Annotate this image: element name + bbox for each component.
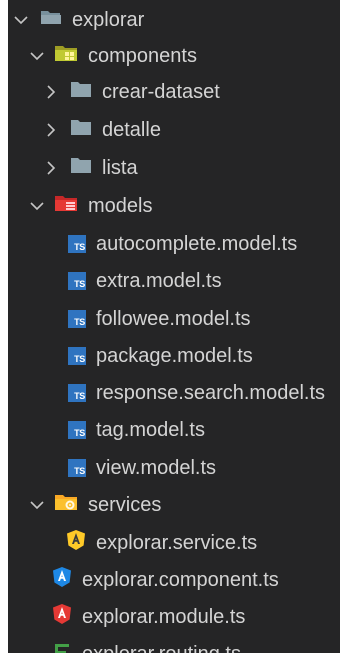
tree-file[interactable]: explorar.component.ts — [8, 562, 340, 598]
angular-routing-icon — [52, 641, 72, 653]
tree-label: services — [88, 494, 162, 516]
tree-label: followee.model.ts — [96, 308, 251, 330]
angular-module-icon — [52, 603, 72, 631]
tree-folder-detalle[interactable]: detalle — [8, 112, 340, 148]
tree-file[interactable]: TS view.model.ts — [8, 450, 340, 486]
typescript-file-icon: TS — [68, 235, 86, 253]
chevron-right-icon[interactable] — [42, 83, 60, 101]
tree-label: tag.model.ts — [96, 419, 205, 441]
folder-icon — [70, 156, 92, 180]
typescript-file-icon: TS — [68, 384, 86, 402]
folder-icon — [70, 118, 92, 142]
tree-file[interactable]: explorar.service.ts — [8, 525, 340, 561]
chevron-down-icon[interactable] — [28, 47, 46, 65]
typescript-file-icon: TS — [68, 310, 86, 328]
chevron-right-icon[interactable] — [42, 159, 60, 177]
tree-file[interactable]: TS package.model.ts — [8, 338, 340, 374]
tree-folder-services[interactable]: services — [8, 487, 340, 523]
tree-file[interactable]: explorar.module.ts — [8, 599, 340, 635]
tree-label: response.search.model.ts — [96, 382, 326, 404]
folder-open-icon — [40, 8, 62, 32]
angular-component-icon — [52, 566, 72, 594]
tree-file[interactable]: TS tag.model.ts — [8, 412, 340, 448]
tree-folder-explorar[interactable]: explorar — [8, 2, 340, 38]
tree-folder-crear-dataset[interactable]: crear-dataset — [8, 74, 340, 110]
tree-label: crear-dataset — [102, 81, 220, 103]
chevron-down-icon[interactable] — [28, 496, 46, 514]
tree-file[interactable]: TS response.search.model.ts — [8, 375, 340, 411]
tree-label: explorar.routing.ts — [82, 644, 241, 653]
tree-label: models — [88, 195, 153, 217]
tree-folder-models[interactable]: models — [8, 188, 340, 224]
tree-label: components — [88, 45, 197, 67]
file-explorer-panel: explorar components crear-dataset detall… — [8, 0, 340, 653]
tree-label: autocomplete.model.ts — [96, 233, 298, 255]
folder-components-icon — [54, 43, 78, 69]
folder-models-icon — [54, 193, 78, 219]
tree-label: explorar.service.ts — [96, 532, 258, 554]
tree-folder-lista[interactable]: lista — [8, 150, 340, 186]
tree-label: lista — [102, 157, 138, 179]
chevron-down-icon[interactable] — [12, 11, 30, 29]
tree-label: view.model.ts — [96, 457, 217, 479]
screenshot-frame: explorar components crear-dataset detall… — [0, 0, 348, 657]
chevron-right-icon[interactable] — [42, 121, 60, 139]
tree-label: explorar.module.ts — [82, 606, 246, 628]
angular-service-icon — [66, 529, 86, 557]
typescript-file-icon: TS — [68, 272, 86, 290]
tree-file[interactable]: explorar.routing.ts — [8, 636, 340, 653]
tree-label: explorar.component.ts — [82, 569, 279, 591]
tree-label: detalle — [102, 119, 161, 141]
typescript-file-icon: TS — [68, 347, 86, 365]
tree-label: extra.model.ts — [96, 270, 222, 292]
tree-label: explorar — [72, 9, 145, 31]
tree-file[interactable]: TS extra.model.ts — [8, 263, 340, 299]
tree-file[interactable]: TS autocomplete.model.ts — [8, 226, 340, 262]
chevron-down-icon[interactable] — [28, 197, 46, 215]
typescript-file-icon: TS — [68, 459, 86, 477]
tree-folder-components[interactable]: components — [8, 38, 340, 74]
folder-icon — [70, 80, 92, 104]
tree-label: package.model.ts — [96, 345, 253, 367]
folder-services-icon — [54, 492, 78, 518]
tree-file[interactable]: TS followee.model.ts — [8, 301, 340, 337]
typescript-file-icon: TS — [68, 421, 86, 439]
